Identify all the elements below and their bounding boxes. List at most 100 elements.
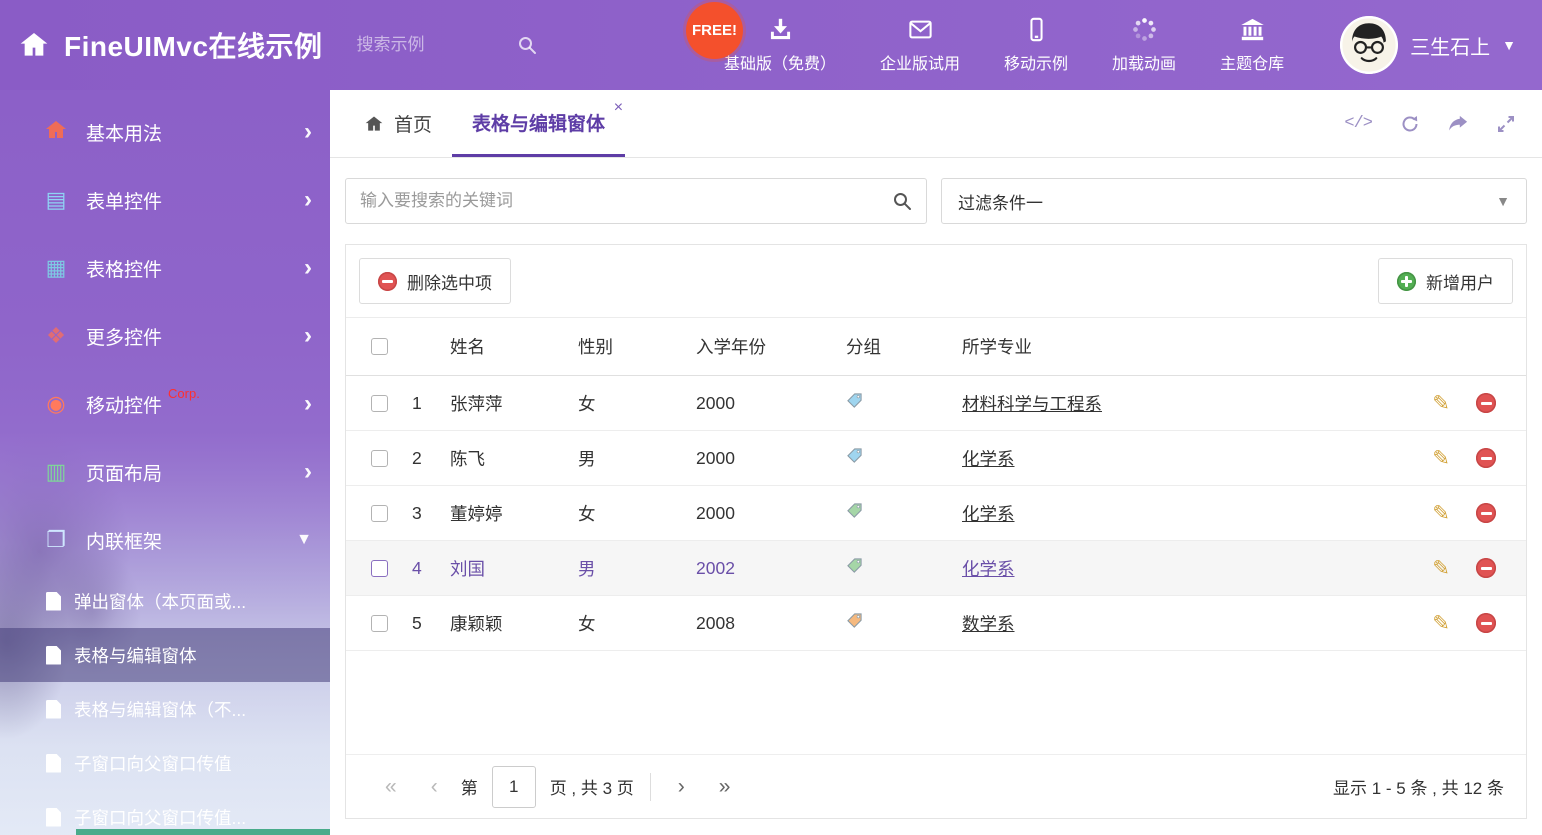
row-checkbox[interactable] <box>371 450 388 467</box>
nav-item-enterprise-trial[interactable]: 企业版试用 <box>880 16 960 74</box>
nav-item-theme-repo[interactable]: 主题仓库 <box>1220 16 1284 74</box>
major-link[interactable]: 化学系 <box>962 449 1015 469</box>
header-search-input[interactable] <box>357 35 517 55</box>
cell-group <box>842 502 958 524</box>
row-checkbox[interactable] <box>371 615 388 632</box>
tag-icon <box>846 502 863 519</box>
tab-actions: </> <box>1344 90 1528 157</box>
edit-icon[interactable]: ✎ <box>1432 558 1450 579</box>
nav-label: 企业版试用 <box>880 50 960 74</box>
avatar[interactable] <box>1340 16 1398 74</box>
delete-selected-label: 删除选中项 <box>407 269 492 294</box>
sidebar-item-label: 表单控件 <box>86 187 162 214</box>
chevron-right-icon: › <box>304 460 312 484</box>
sidebar-item-more-controls[interactable]: ❖ 更多控件 › <box>0 302 330 370</box>
column-header-name[interactable]: 姓名 <box>446 334 574 359</box>
close-icon[interactable]: × <box>614 99 623 117</box>
major-link[interactable]: 化学系 <box>962 504 1015 524</box>
sidebar-child-grid-edit-window-2[interactable]: 表格与编辑窗体（不... <box>0 682 330 736</box>
prev-page-icon[interactable]: ‹ <box>414 776 455 797</box>
row-checkbox[interactable] <box>371 560 388 577</box>
file-icon <box>46 754 61 773</box>
delete-row-icon[interactable] <box>1476 393 1496 413</box>
column-header-gender[interactable]: 性别 <box>574 334 692 359</box>
first-page-icon[interactable]: « <box>368 776 414 797</box>
brand[interactable]: FineUIMvc在线示例 <box>0 25 323 65</box>
cell-gender: 女 <box>574 611 692 636</box>
delete-row-icon[interactable] <box>1476 558 1496 578</box>
column-header-major[interactable]: 所学专业 <box>958 334 1396 359</box>
add-user-label: 新增用户 <box>1426 269 1494 294</box>
major-link[interactable]: 化学系 <box>962 559 1015 579</box>
filter-dropdown[interactable]: 过滤条件一 ▼ <box>941 178 1527 224</box>
sidebar-child-child-to-parent[interactable]: 子窗口向父窗口传值 <box>0 736 330 790</box>
home-icon <box>364 114 384 134</box>
filter-dropdown-value: 过滤条件一 <box>958 189 1043 214</box>
page-number-input[interactable] <box>492 766 536 808</box>
search-icon[interactable] <box>892 191 912 211</box>
file-icon <box>46 646 61 665</box>
page-prefix: 第 <box>461 774 478 799</box>
tab-home[interactable]: 首页 <box>344 90 452 157</box>
row-number: 5 <box>408 613 446 634</box>
nav-item-loading-animation[interactable]: 加载动画 <box>1112 16 1176 74</box>
major-link[interactable]: 数学系 <box>962 614 1015 634</box>
table-row[interactable]: 3 董婷婷 女 2000 化学系 ✎ <box>346 486 1526 541</box>
code-icon[interactable]: </> <box>1344 114 1372 133</box>
sidebar-item-mobile-controls[interactable]: ◉ 移动控件 Corp. › <box>0 370 330 438</box>
cell-name: 陈飞 <box>446 446 574 471</box>
sidebar-child-grid-edit-window[interactable]: 表格与编辑窗体 <box>0 628 330 682</box>
envelope-icon <box>907 16 934 43</box>
corp-badge: Corp. <box>168 386 200 401</box>
refresh-icon[interactable] <box>1400 114 1420 134</box>
delete-row-icon[interactable] <box>1476 503 1496 523</box>
free-badge: FREE! <box>686 2 743 59</box>
cell-year: 2000 <box>692 393 842 414</box>
column-header-year[interactable]: 入学年份 <box>692 334 842 359</box>
file-icon <box>46 808 61 827</box>
edit-icon[interactable]: ✎ <box>1432 448 1450 469</box>
divider <box>650 773 651 801</box>
edit-icon[interactable]: ✎ <box>1432 393 1450 414</box>
table-row[interactable]: 2 陈飞 男 2000 化学系 ✎ <box>346 431 1526 486</box>
table-row[interactable]: 4 刘国 男 2002 化学系 ✎ <box>346 541 1526 596</box>
last-page-icon[interactable]: » <box>702 776 748 797</box>
major-link[interactable]: 材料科学与工程系 <box>962 394 1102 414</box>
row-number: 1 <box>408 393 446 414</box>
table-row[interactable]: 1 张萍萍 女 2000 材料科学与工程系 ✎ <box>346 376 1526 431</box>
add-user-button[interactable]: 新增用户 <box>1378 258 1513 304</box>
frame-icon: ❐ <box>42 529 70 551</box>
nav-item-mobile-demo[interactable]: 移动示例 <box>1004 16 1068 74</box>
sidebar-child-popup-window[interactable]: 弹出窗体（本页面或... <box>0 574 330 628</box>
row-checkbox[interactable] <box>371 505 388 522</box>
sidebar-item-basic-usage[interactable]: 基本用法 › <box>0 98 330 166</box>
sidebar-child-label: 子窗口向父窗口传值 <box>74 751 232 776</box>
cell-name: 张萍萍 <box>446 391 574 416</box>
sidebar-item-page-layout[interactable]: ▥ 页面布局 › <box>0 438 330 506</box>
user-menu[interactable]: 三生石上 ▼ <box>1340 16 1542 74</box>
next-page-icon[interactable]: › <box>661 776 702 797</box>
delete-selected-button[interactable]: 删除选中项 <box>359 258 511 304</box>
edit-icon[interactable]: ✎ <box>1432 503 1450 524</box>
delete-row-icon[interactable] <box>1476 613 1496 633</box>
delete-row-icon[interactable] <box>1476 448 1496 468</box>
row-checkbox[interactable] <box>371 395 388 412</box>
sidebar-item-grid-controls[interactable]: ▦ 表格控件 › <box>0 234 330 302</box>
forward-icon[interactable] <box>1448 114 1468 134</box>
row-number: 3 <box>408 503 446 524</box>
tab-grid-edit-window[interactable]: 表格与编辑窗体 × <box>452 90 625 157</box>
sidebar-item-label: 基本用法 <box>86 119 162 146</box>
cell-group <box>842 392 958 414</box>
sidebar-item-form-controls[interactable]: ▤ 表单控件 › <box>0 166 330 234</box>
keyword-search-input[interactable] <box>360 191 892 211</box>
sidebar-child-child-to-parent-2[interactable]: 子窗口向父窗口传值... <box>0 790 330 835</box>
expand-icon[interactable] <box>1496 114 1516 134</box>
column-header-group[interactable]: 分组 <box>842 334 958 359</box>
cell-gender: 男 <box>574 446 692 471</box>
sidebar-item-iframe[interactable]: ❐ 内联框架 ▼ <box>0 506 330 574</box>
edit-icon[interactable]: ✎ <box>1432 613 1450 634</box>
search-icon[interactable] <box>517 35 537 55</box>
table-icon: ▦ <box>42 257 70 279</box>
select-all-checkbox[interactable] <box>371 338 388 355</box>
table-row[interactable]: 5 康颖颖 女 2008 数学系 ✎ <box>346 596 1526 651</box>
